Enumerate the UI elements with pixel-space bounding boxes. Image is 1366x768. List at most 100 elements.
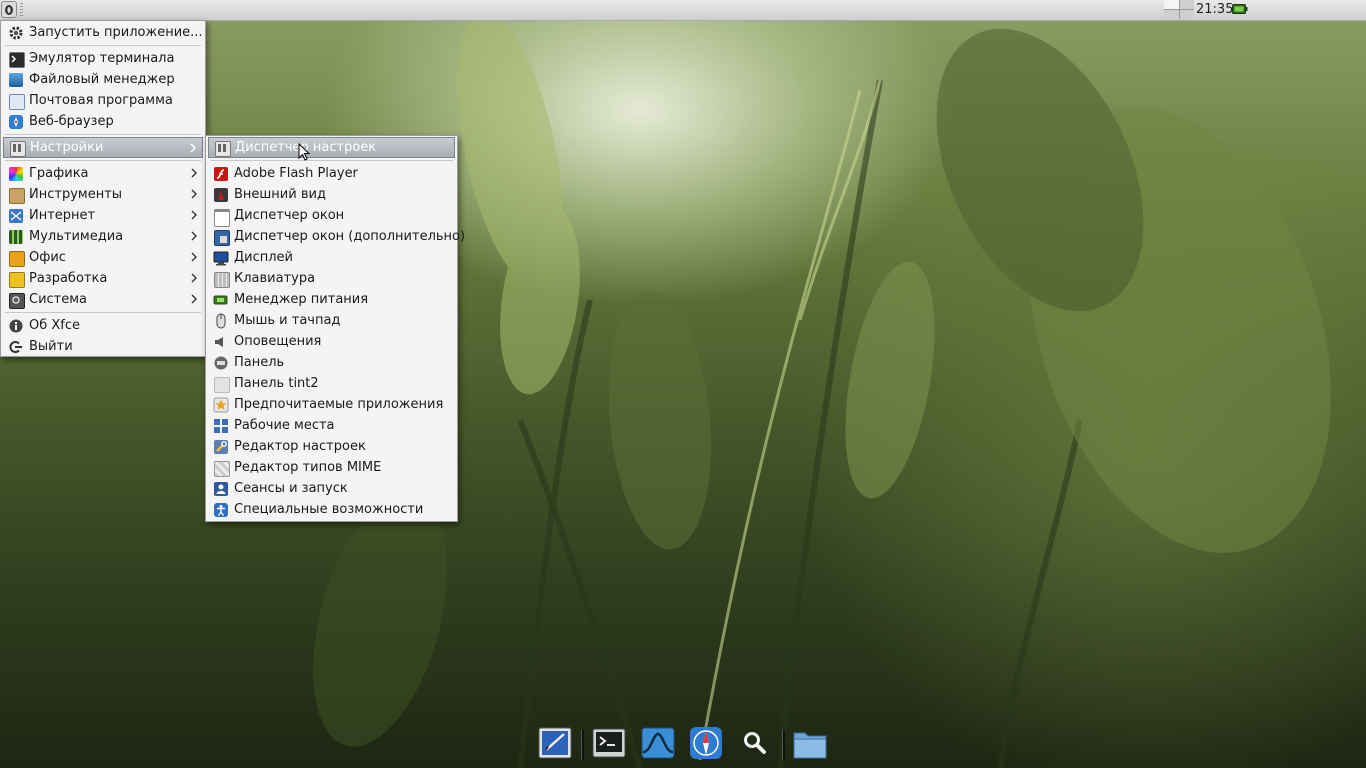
applications-menu: Запустить приложение... Эмулятор термина… — [0, 20, 206, 357]
dock-search[interactable] — [738, 726, 772, 760]
submenu-item-tint2[interactable]: Панель tint2 — [208, 373, 455, 394]
window-icon — [213, 208, 230, 227]
star-icon — [213, 397, 229, 413]
submenu-item-workspaces[interactable]: Рабочие места — [208, 415, 455, 436]
menu-item-graphics[interactable]: Графика — [3, 163, 203, 184]
menu-separator — [5, 45, 201, 46]
submenu-item-power-manager[interactable]: Менеджер питания — [208, 289, 455, 310]
folder-icon — [793, 732, 827, 759]
submenu-item-preferred-apps[interactable]: Предпочитаемые приложения — [208, 394, 455, 415]
menu-separator — [5, 160, 201, 161]
menu-item-office[interactable]: Офис — [3, 247, 203, 268]
menu-item-terminal[interactable]: Эмулятор терминала — [3, 48, 203, 69]
submenu-item-keyboard[interactable]: Клавиатура — [208, 268, 455, 289]
workspace-1[interactable] — [1164, 0, 1179, 9]
submenu-item-notifications[interactable]: Оповещения — [208, 331, 455, 352]
panel-icon — [213, 355, 229, 371]
dock-file-manager[interactable] — [793, 726, 827, 760]
clock[interactable]: 21:35 — [1196, 2, 1233, 17]
session-icon — [213, 481, 229, 497]
submenu-item-display[interactable]: Дисплей — [208, 247, 455, 268]
dock-wave-app[interactable] — [641, 726, 675, 760]
mail-icon — [8, 93, 25, 110]
tools-icon — [8, 187, 25, 204]
menu-item-system[interactable]: Система — [3, 289, 203, 310]
mouse-icon — [213, 313, 229, 329]
submenu-item-mime-editor[interactable]: Редактор типов MIME — [208, 457, 455, 478]
notifications-icon — [213, 334, 229, 350]
wrench-icon — [213, 439, 229, 455]
menu-item-run-program[interactable]: Запустить приложение... — [3, 22, 203, 43]
file-manager-icon — [8, 72, 24, 88]
menu-item-file-manager[interactable]: Файловый менеджер — [3, 69, 203, 90]
display-icon — [213, 250, 229, 266]
panel-handle[interactable] — [20, 3, 23, 17]
chevron-right-icon — [191, 210, 197, 220]
menu-item-mail[interactable]: Почтовая программа — [3, 90, 203, 111]
menu-separator — [5, 134, 201, 135]
applications-menu-button[interactable] — [1, 1, 17, 18]
window-tweaks-icon — [213, 229, 230, 246]
menu-item-logout[interactable]: Выйти — [3, 336, 203, 357]
submenu-item-sessions[interactable]: Сеансы и запуск — [208, 478, 455, 499]
terminal-icon — [592, 728, 626, 758]
chevron-right-icon — [190, 143, 196, 153]
submenu-item-settings-manager[interactable]: Диспетчер настроек — [208, 137, 455, 158]
submenu-item-flash[interactable]: Adobe Flash Player — [208, 163, 455, 184]
submenu-item-window-manager[interactable]: Диспетчер окон — [208, 205, 455, 227]
menu-item-development[interactable]: Разработка — [3, 268, 203, 289]
submenu-item-accessibility[interactable]: Специальные возможности — [208, 499, 455, 520]
internet-icon — [8, 208, 24, 224]
menu-item-web-browser[interactable]: Веб-браузер — [3, 111, 203, 132]
workspace-3[interactable] — [1164, 10, 1179, 19]
workspace-4[interactable] — [1179, 10, 1194, 19]
chevron-right-icon — [191, 294, 197, 304]
chevron-right-icon — [191, 252, 197, 262]
submenu-item-mouse[interactable]: Мышь и тачпад — [208, 310, 455, 331]
gear-icon — [8, 25, 24, 41]
menu-item-settings[interactable]: Настройки — [3, 137, 203, 158]
submenu-item-appearance[interactable]: Внешний вид — [208, 184, 455, 205]
menu-item-tools[interactable]: Инструменты — [3, 184, 203, 205]
flash-icon — [213, 166, 229, 182]
system-icon — [8, 292, 25, 309]
settings-manager-icon — [214, 140, 231, 157]
submenu-item-window-tweaks[interactable]: Диспетчер окон (дополнительно) — [208, 226, 465, 247]
workspace-pager[interactable] — [1164, 0, 1194, 19]
menu-separator — [5, 312, 201, 313]
accessibility-icon — [213, 502, 229, 518]
chevron-right-icon — [191, 168, 197, 178]
mime-icon — [213, 460, 230, 477]
settings-icon — [9, 140, 26, 157]
mouse-cursor-icon — [298, 143, 310, 161]
text-editor-icon — [538, 727, 572, 759]
chevron-right-icon — [191, 273, 197, 283]
menu-item-multimedia[interactable]: Мультимедиа — [3, 226, 203, 247]
dock-text-editor[interactable] — [538, 726, 572, 760]
workspace-2[interactable] — [1179, 0, 1194, 9]
xfce-logo-icon — [5, 5, 13, 15]
appearance-icon — [213, 187, 229, 203]
menu-item-about-xfce[interactable]: Об Xfce — [3, 315, 203, 336]
office-icon — [8, 250, 25, 267]
dock-terminal[interactable] — [592, 726, 626, 760]
graphics-icon — [8, 166, 24, 182]
info-icon — [8, 318, 24, 334]
chevron-right-icon — [191, 231, 197, 241]
wave-icon — [641, 727, 675, 759]
menu-item-internet[interactable]: Интернет — [3, 205, 203, 226]
compass-icon — [8, 114, 24, 130]
compass-icon — [690, 727, 722, 759]
dock-separator — [782, 730, 785, 760]
submenu-item-settings-editor[interactable]: Редактор настроек — [208, 436, 455, 457]
battery-icon — [213, 292, 229, 308]
battery-icon[interactable] — [1232, 3, 1248, 15]
dock-separator — [581, 730, 584, 760]
workspaces-icon — [213, 418, 229, 434]
chevron-right-icon — [191, 189, 197, 199]
tint2-icon — [213, 376, 230, 393]
submenu-item-panel[interactable]: Панель — [208, 352, 455, 373]
development-icon — [8, 271, 25, 288]
terminal-icon — [8, 51, 25, 68]
dock-web-browser[interactable] — [689, 726, 723, 760]
